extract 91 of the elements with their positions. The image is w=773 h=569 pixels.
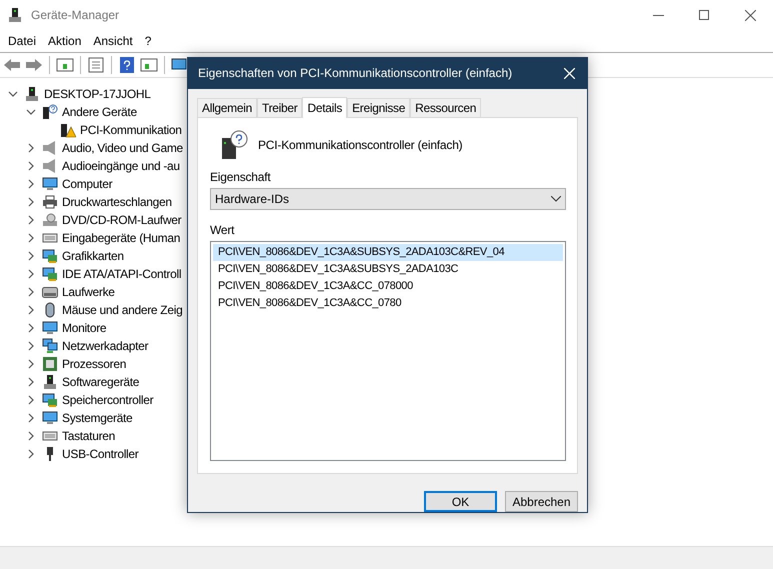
tree-item-label[interactable]: Systemgeräte	[62, 411, 132, 425]
tree-item-label[interactable]: Prozessoren	[62, 357, 126, 371]
network-icon	[42, 338, 58, 354]
list-item[interactable]: PCI\VEN_8086&DEV_1C3A&SUBSYS_2ADA103C	[213, 260, 563, 278]
tree-item-label[interactable]: Andere Geräte	[62, 105, 137, 119]
property-dropdown[interactable]: Hardware-IDs	[210, 188, 566, 210]
tree-item-label[interactable]: Netzwerkadapter	[62, 339, 148, 353]
expand-chevron-icon[interactable]	[26, 341, 36, 351]
cancel-button[interactable]: Abbrechen	[505, 491, 578, 512]
tab[interactable]: Details	[302, 96, 348, 118]
device-name: PCI-Kommunikationscontroller (einfach)	[258, 138, 462, 152]
expand-chevron-icon[interactable]	[26, 143, 36, 153]
tree-item-label[interactable]: Monitore	[62, 321, 106, 335]
expand-chevron-icon[interactable]	[26, 233, 36, 243]
tree-item-label[interactable]: Laufwerke	[62, 285, 115, 299]
tree-item-label[interactable]: DVD/CD-ROM-Laufwer	[62, 213, 182, 227]
menu-item[interactable]: ?	[138, 34, 158, 48]
expand-chevron-icon[interactable]	[26, 449, 36, 459]
tree-item-label[interactable]: Mäuse und andere Zeig	[62, 303, 182, 317]
tree-item-label[interactable]: PCI-Kommunikation	[80, 123, 182, 137]
tree-item-label[interactable]: Speichercontroller	[62, 393, 154, 407]
list-item[interactable]: PCI\VEN_8086&DEV_1C3A&CC_078000	[213, 278, 563, 295]
panel-icon[interactable]	[56, 56, 74, 74]
help-icon[interactable]	[118, 56, 136, 74]
tab[interactable]: Ereignisse	[347, 98, 410, 117]
expand-chevron-icon[interactable]	[26, 197, 36, 207]
monitor-icon	[42, 320, 58, 336]
monitor-icon	[42, 176, 58, 192]
tree-item-label[interactable]: Softwaregeräte	[62, 375, 140, 389]
tree-item-label[interactable]: Grafikkarten	[62, 249, 124, 263]
collapse-chevron-icon[interactable]	[8, 89, 18, 99]
forward-arrow-icon[interactable]	[25, 56, 43, 74]
tree-item-label[interactable]: USB-Controller	[62, 447, 138, 461]
expand-chevron-icon[interactable]	[26, 287, 36, 297]
properties-icon[interactable]	[87, 56, 105, 74]
tree-item-label[interactable]: DESKTOP-17JJOHL	[44, 87, 151, 101]
value-label: Wert	[210, 222, 236, 237]
expand-chevron-icon[interactable]	[26, 215, 36, 225]
property-label: Eigenschaft	[210, 170, 272, 184]
expand-chevron-icon[interactable]	[26, 395, 36, 405]
back-arrow-icon[interactable]	[3, 56, 21, 74]
window-title: Geräte-Manager	[31, 8, 120, 22]
drive-icon	[42, 284, 58, 300]
tree-item-label[interactable]: Audio, Video und Game	[62, 141, 183, 155]
menu-item[interactable]: Ansicht	[87, 34, 139, 48]
tab[interactable]: Allgemein	[197, 98, 257, 117]
tree-item-label[interactable]: Computer	[62, 177, 112, 191]
expand-chevron-icon[interactable]	[26, 251, 36, 261]
expand-chevron-icon[interactable]	[26, 323, 36, 333]
menu-item[interactable]: Aktion	[42, 34, 88, 48]
expand-chevron-icon[interactable]	[26, 431, 36, 441]
computer-tower-icon	[7, 7, 23, 23]
expand-chevron-icon[interactable]	[26, 269, 36, 279]
list-item[interactable]: PCI\VEN_8086&DEV_1C3A&SUBSYS_2ADA103C&REV_04	[213, 244, 563, 261]
dropdown-chevron-icon	[551, 196, 561, 202]
list-item[interactable]: PCI\VEN_8086&DEV_1C3A&CC_0780	[213, 294, 563, 312]
monitor-icon	[42, 410, 58, 426]
tab[interactable]: Ressourcen	[410, 98, 482, 117]
menu-item[interactable]: Datei	[2, 34, 42, 48]
expand-chevron-icon[interactable]	[26, 305, 36, 315]
computer-tower-icon	[24, 86, 40, 102]
disc-drive-icon	[42, 212, 58, 228]
tree-item-label[interactable]: Druckwarteschlangen	[62, 195, 172, 209]
expand-chevron-icon[interactable]	[26, 179, 36, 189]
unknown-device-icon	[42, 104, 58, 120]
expand-chevron-icon[interactable]	[26, 413, 36, 423]
warning-device-icon	[60, 122, 76, 138]
close-icon[interactable]	[744, 10, 756, 20]
printer-icon	[42, 194, 58, 210]
expand-chevron-icon[interactable]	[26, 359, 36, 369]
computer-tower-icon	[42, 374, 58, 390]
tab[interactable]: Treiber	[257, 98, 302, 117]
ok-button[interactable]: OK	[424, 491, 497, 512]
circuit-board-icon	[42, 266, 58, 282]
circuit-board-icon	[42, 392, 58, 408]
minimize-icon[interactable]	[652, 14, 664, 16]
unknown-device-icon	[220, 130, 248, 160]
expand-chevron-icon[interactable]	[26, 161, 36, 171]
panel-icon[interactable]	[140, 56, 158, 74]
circuit-board-icon	[42, 248, 58, 264]
tree-item-label[interactable]: Eingabegeräte (Human	[62, 231, 180, 245]
speaker-icon	[42, 140, 58, 156]
maximize-icon[interactable]	[699, 10, 709, 20]
dialog-title: Eigenschaften von PCI-Kommunikationscontroller (einfach)	[198, 66, 514, 80]
tree-item-label[interactable]: IDE ATA/ATAPI-Controll	[62, 267, 182, 281]
processor-icon	[42, 356, 58, 372]
tree-item-label[interactable]: Audioeingänge und -au	[62, 159, 180, 173]
expand-chevron-icon[interactable]	[26, 377, 36, 387]
tree-item-label[interactable]: Tastaturen	[62, 429, 116, 443]
speaker-icon	[42, 158, 58, 174]
collapse-chevron-icon[interactable]	[26, 107, 36, 117]
